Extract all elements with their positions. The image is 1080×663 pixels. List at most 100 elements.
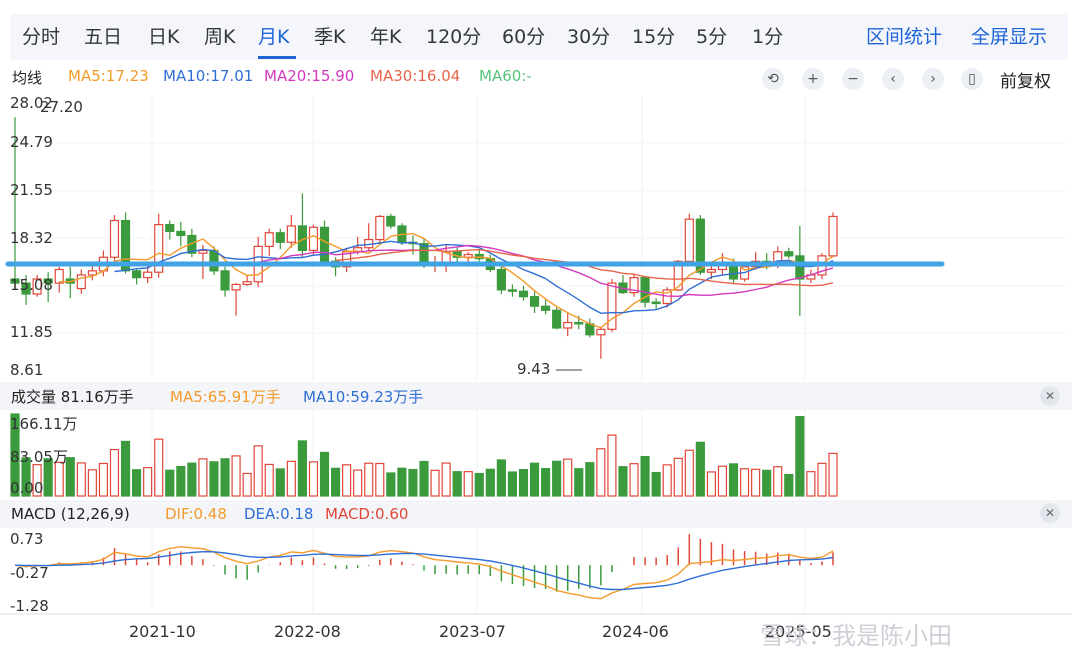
volume-bar <box>762 469 772 497</box>
volume-bar <box>640 456 650 497</box>
volume-bar <box>739 468 750 497</box>
volume-bar <box>120 440 131 497</box>
volume-bar <box>728 463 739 497</box>
candle-body <box>784 251 794 257</box>
volume-bar <box>684 449 694 497</box>
price-high-label: 27.20 <box>40 98 83 116</box>
volume-label: 成交量 81.16万手 <box>11 388 134 406</box>
macd-axis-label: -0.27 <box>10 564 49 582</box>
volume-bar <box>496 459 506 497</box>
date-label: 2023-07 <box>439 622 506 641</box>
volume-bar <box>419 460 429 497</box>
candle-body <box>541 305 551 311</box>
volume-bar <box>231 455 241 497</box>
volume-bar <box>507 471 518 497</box>
volume-bar <box>773 466 783 497</box>
volume-bar <box>706 471 716 497</box>
volume-bar <box>54 461 64 497</box>
macd-axis-label: -1.28 <box>10 597 49 615</box>
volume-bar <box>585 462 595 497</box>
candle-body <box>507 289 518 292</box>
candle-body <box>319 226 330 262</box>
volume-bar <box>198 458 208 497</box>
volume-bar <box>76 462 86 497</box>
macd-axis-label: 0.73 <box>10 530 44 548</box>
candle-body <box>231 283 241 291</box>
volume-bar <box>529 462 540 497</box>
volume-bar <box>618 466 628 497</box>
price-axis-label: 11.85 <box>10 323 53 341</box>
volume-bar <box>308 461 319 497</box>
macd-header <box>0 500 1072 528</box>
volume-bar <box>474 472 484 497</box>
candle-body <box>651 301 661 305</box>
candle-body <box>242 281 252 286</box>
volume-bar <box>275 468 285 497</box>
volume-bar <box>319 451 330 497</box>
volume-bar <box>518 469 529 497</box>
candle-body <box>143 271 153 279</box>
volume-bar <box>87 469 97 497</box>
price-axis-label: 21.55 <box>10 181 53 199</box>
volume-bar <box>552 460 562 497</box>
candle-body <box>552 309 562 329</box>
volume-bar <box>695 441 705 497</box>
volume-bar <box>408 468 418 497</box>
volume-bar <box>817 462 827 497</box>
candle-body <box>684 218 694 262</box>
volume-bar <box>132 469 142 497</box>
close-volume-icon[interactable]: ✕ <box>1040 386 1060 406</box>
volume-bar <box>242 472 252 497</box>
volume-bar <box>806 471 816 497</box>
volume-bar <box>187 462 197 497</box>
volume-bar <box>165 469 175 497</box>
price-axis-label: 24.79 <box>10 133 53 151</box>
volume-bar <box>651 471 661 497</box>
volume-bar <box>342 464 352 497</box>
candle-body <box>109 219 120 258</box>
close-macd-icon[interactable]: ✕ <box>1040 503 1060 523</box>
volume-axis-label: 83.05万 <box>10 448 68 466</box>
volume-bar <box>463 471 473 497</box>
candle-body <box>574 321 584 325</box>
candle-body <box>795 255 805 280</box>
volume-bar <box>109 448 120 497</box>
volume-bar <box>574 468 584 497</box>
volume-bar <box>143 467 153 497</box>
volume-bar <box>673 457 683 497</box>
price-axis-label: 8.61 <box>10 361 44 379</box>
price-low-label: 9.43 <box>517 360 551 378</box>
volume-bar <box>717 465 728 497</box>
candle-body <box>563 321 573 329</box>
macd-value: MACD:0.60 <box>325 505 409 523</box>
volume-bar <box>209 461 219 497</box>
volume-bar <box>364 462 374 497</box>
candle-body <box>375 215 385 241</box>
candle-body <box>209 249 219 272</box>
volume-bar <box>607 434 617 497</box>
volume-bar <box>176 465 186 497</box>
candle-body <box>518 290 529 298</box>
volume-bar <box>220 458 230 497</box>
volume-bar <box>541 468 551 497</box>
volume-bar <box>98 462 109 497</box>
volume-bar <box>353 469 363 497</box>
candle-body <box>165 224 175 233</box>
candle-body <box>275 232 285 243</box>
candle-body <box>308 226 319 252</box>
candle-body <box>386 215 396 227</box>
macd-dif: DIF:0.48 <box>165 505 227 523</box>
kline-chart[interactable] <box>0 0 1080 663</box>
price-axis-label: 15.08 <box>10 276 53 294</box>
volume-bar <box>563 458 573 497</box>
candle-body <box>198 249 208 254</box>
candle-body <box>264 232 274 247</box>
volume-axis-label: 166.11万 <box>10 415 78 433</box>
candle-body <box>607 282 617 330</box>
candle-body <box>828 215 838 257</box>
volume-bar <box>795 416 805 497</box>
macd-label: MACD (12,26,9) <box>11 505 130 523</box>
volume-ma10: MA10:59.23万手 <box>303 388 424 406</box>
volume-bar <box>297 440 307 497</box>
candle-body <box>596 328 606 336</box>
